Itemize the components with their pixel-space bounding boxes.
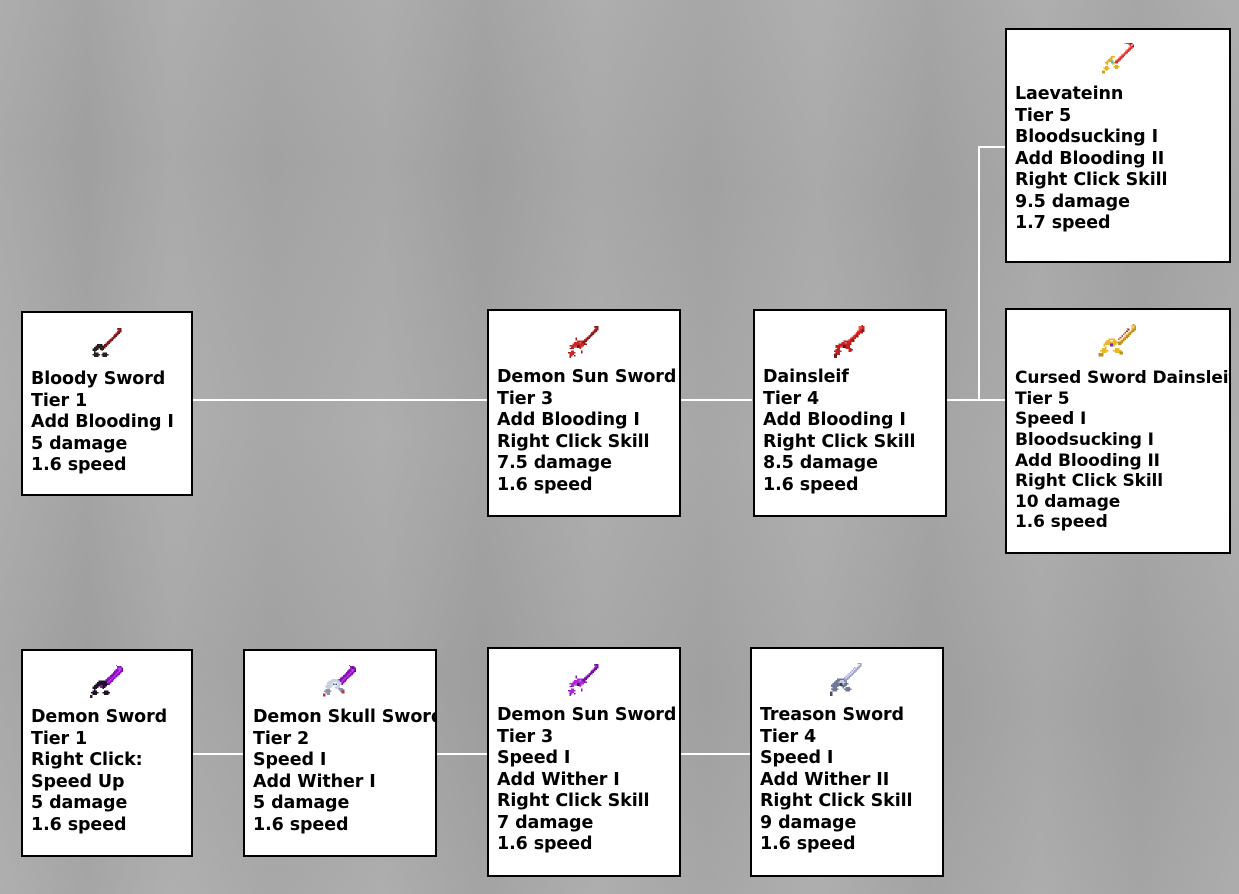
card-perk: Speed Up [31, 771, 125, 792]
card-name: Demon Sword [31, 707, 168, 727]
connector-demonsword-to-skull [193, 753, 243, 755]
card-speed: 1.6 speed [31, 455, 127, 476]
card-perk: Right Click Skill [760, 791, 913, 812]
card-perk: Add Blooding I [497, 410, 640, 431]
card-perk: Right Click Skill [1015, 471, 1163, 492]
card-perk: Right Click Skill [763, 431, 916, 452]
card-tier: Tier 4 [760, 726, 817, 747]
card-damage: 5 damage [253, 793, 350, 814]
card-tier: Tier 1 [31, 390, 88, 411]
card-tier: Tier 3 [497, 726, 554, 747]
card-perk: Right Click Skill [497, 791, 650, 812]
dark-red-sword-icon [92, 328, 122, 357]
card-text-cursed-sword-dainsleif: Cursed Sword Dainsleif Tier 5 Speed I Bl… [1007, 368, 1229, 533]
red-flame-sword-icon [834, 324, 865, 358]
card-tier: Tier 5 [1015, 388, 1070, 409]
card-tier: Tier 3 [497, 388, 554, 409]
card-damage: 9.5 damage [1015, 191, 1130, 212]
card-text-laevateinn: Laevateinn Tier 5 Bloodsucking I Add Blo… [1007, 84, 1229, 235]
card-damage: 10 damage [1015, 491, 1121, 512]
card-text-demon-sword: Demon Sword Tier 1 Right Click: Speed Up… [23, 707, 191, 836]
card-name: Demon Sun Sword [497, 367, 677, 387]
connector-junction-to-laevateinn [978, 146, 1007, 148]
red-gold-sword-icon [1102, 43, 1134, 74]
card-speed: 1.6 speed [763, 474, 859, 495]
purple-sun-sword-icon [568, 664, 599, 696]
card-text-demon-sun-sword-red: Demon Sun Sword Tier 3 Add Blooding I Ri… [489, 367, 679, 496]
connector-junction-riser [978, 146, 980, 401]
card-speed: 1.7 speed [1015, 213, 1111, 234]
card-damage: 7 damage [497, 812, 594, 833]
card-damage: 5 damage [31, 793, 128, 814]
card-damage: 5 damage [31, 433, 128, 454]
card-demon-sun-sword-purple[interactable]: Demon Sun Sword Tier 3 Speed I Add Withe… [487, 647, 681, 877]
card-name: Bloody Sword [31, 369, 166, 389]
upgrade-tree-canvas: Laevateinn Tier 5 Bloodsucking I Add Blo… [0, 0, 1239, 894]
card-text-demon-sun-sword-purple: Demon Sun Sword Tier 3 Speed I Add Withe… [489, 705, 679, 856]
card-bloody-sword[interactable]: Bloody Sword Tier 1 Add Blooding I 5 dam… [21, 311, 193, 496]
card-demon-sun-sword-red[interactable]: Demon Sun Sword Tier 3 Add Blooding I Ri… [487, 309, 681, 517]
card-perk: Speed I [497, 748, 571, 769]
card-name: Cursed Sword Dainsleif [1015, 368, 1231, 388]
purple-skull-sword-icon [322, 664, 356, 697]
card-perk: Add Wither I [497, 769, 620, 790]
card-perk: Right Click Skill [1015, 170, 1168, 191]
card-text-demon-skull-sword: Demon Skull Sword Tier 2 Speed I Add Wit… [245, 707, 435, 836]
card-name: Treason Sword [760, 705, 904, 725]
card-name: Laevateinn [1015, 84, 1124, 104]
card-perk: Add Blooding I [31, 412, 174, 433]
card-tier: Tier 1 [31, 728, 88, 749]
card-speed: 1.6 speed [760, 834, 856, 855]
connector-junction-to-cursed [978, 399, 1007, 401]
card-name: Demon Skull Sword [253, 707, 437, 727]
card-speed: 1.6 speed [31, 814, 127, 835]
card-text-dainsleif: Dainsleif Tier 4 Add Blooding I Right Cl… [755, 367, 945, 496]
card-dainsleif[interactable]: Dainsleif Tier 4 Add Blooding I Right Cl… [753, 309, 947, 517]
card-perk: Add Blooding II [1015, 450, 1160, 471]
card-perk: Right Click Skill [497, 431, 650, 452]
card-perk: Bloodsucking I [1015, 429, 1154, 450]
card-speed: 1.6 speed [497, 834, 593, 855]
card-demon-sword[interactable]: Demon Sword Tier 1 Right Click: Speed Up… [21, 649, 193, 857]
red-sun-sword-icon [568, 326, 599, 358]
card-perk: Add Blooding I [763, 410, 906, 431]
card-laevateinn[interactable]: Laevateinn Tier 5 Bloodsucking I Add Blo… [1005, 28, 1231, 263]
card-tier: Tier 4 [763, 388, 820, 409]
card-name: Demon Sun Sword [497, 705, 677, 725]
card-perk: Add Wither I [253, 771, 376, 792]
card-perk: Speed I [1015, 409, 1087, 430]
card-speed: 1.6 speed [497, 474, 593, 495]
card-treason-sword[interactable]: Treason Sword Tier 4 Speed I Add Wither … [750, 647, 944, 877]
connector-bloody-to-demonsun [193, 399, 487, 401]
card-text-bloody-sword: Bloody Sword Tier 1 Add Blooding I 5 dam… [23, 369, 191, 477]
card-text-treason-sword: Treason Sword Tier 4 Speed I Add Wither … [752, 705, 942, 856]
card-perk: Speed I [760, 748, 834, 769]
card-perk: Right Click: [31, 750, 143, 771]
card-damage: 8.5 damage [763, 453, 878, 474]
purple-sword-icon [89, 664, 123, 698]
connector-skull-to-demonsun [437, 753, 487, 755]
card-name: Dainsleif [763, 367, 849, 387]
connector-dainsleif-to-junction [947, 399, 980, 401]
card-damage: 9 damage [760, 812, 857, 833]
card-perk: Add Wither II [760, 769, 890, 790]
card-perk: Add Blooding II [1015, 148, 1165, 169]
card-tier: Tier 2 [253, 728, 310, 749]
card-perk: Bloodsucking I [1015, 127, 1158, 148]
card-damage: 7.5 damage [497, 453, 612, 474]
connector-demonsun-to-dainsleif [681, 399, 752, 401]
card-perk: Speed I [253, 750, 327, 771]
silver-purple-sword-icon [829, 662, 862, 696]
card-speed: 1.6 speed [1015, 512, 1108, 533]
card-tier: Tier 5 [1015, 105, 1072, 126]
card-demon-skull-sword[interactable]: Demon Skull Sword Tier 2 Speed I Add Wit… [243, 649, 437, 857]
card-speed: 1.6 speed [253, 814, 349, 835]
gold-red-greatsword-icon [1098, 323, 1136, 357]
card-cursed-sword-dainsleif[interactable]: Cursed Sword Dainsleif Tier 5 Speed I Bl… [1005, 308, 1231, 554]
connector-demonsun-to-treason [681, 753, 750, 755]
